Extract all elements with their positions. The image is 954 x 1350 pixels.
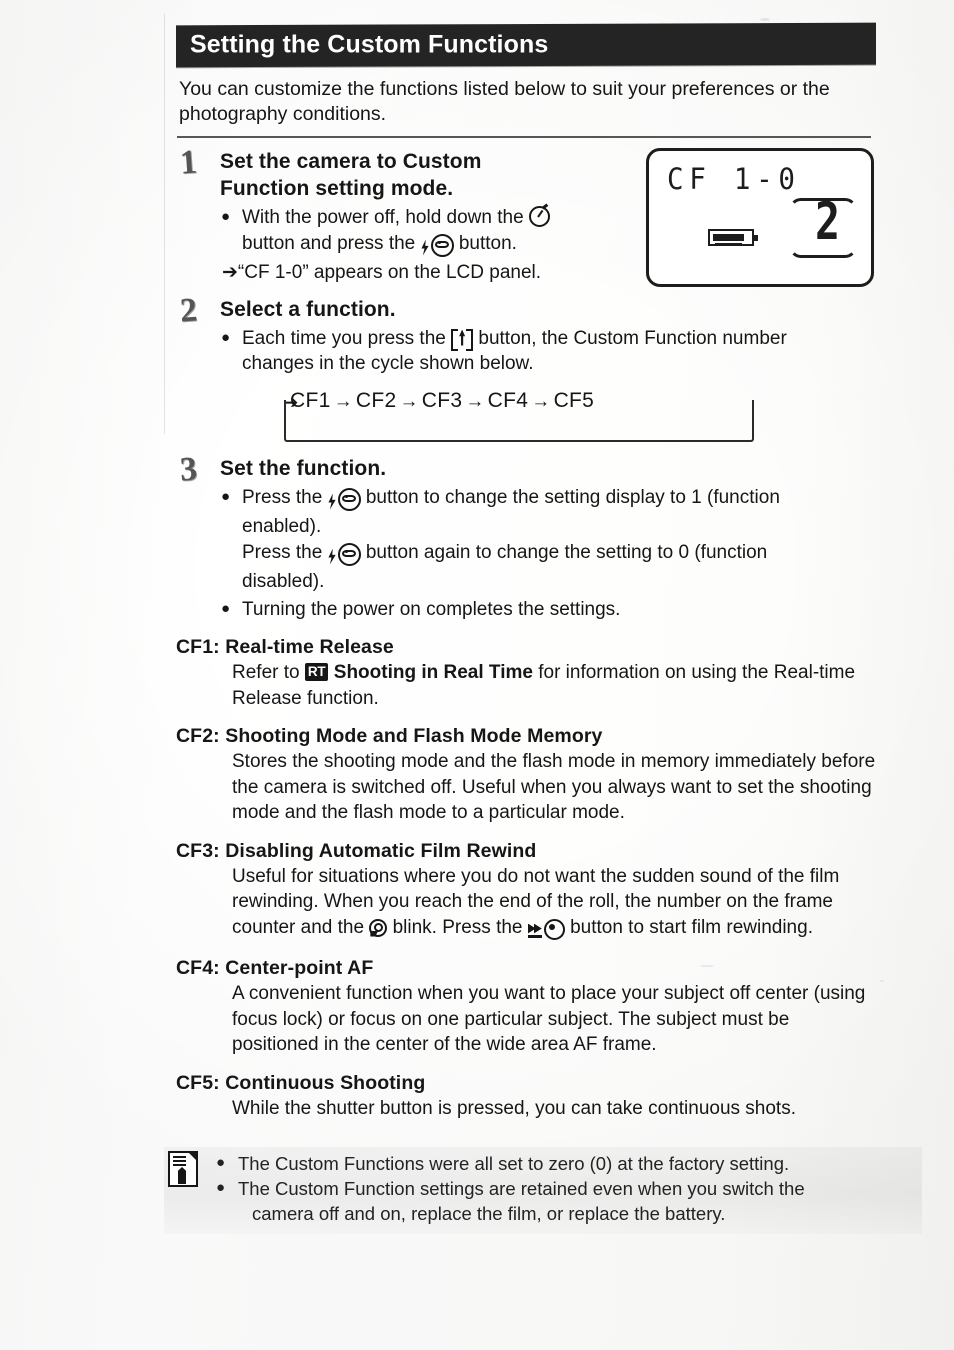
footer-note: The Custom Functions were all set to zer… (164, 1147, 922, 1234)
step-3-text-e: button again to change the setting to 0 … (365, 541, 768, 563)
realtime-badge-icon: RT (304, 663, 329, 681)
step-3-title: Set the function. (220, 456, 387, 480)
red-eye-icon (337, 487, 361, 511)
cf3-heading: CF3: Disabling Automatic Film Rewind (176, 839, 537, 862)
cf5-heading: CF5: Continuous Shooting (176, 1071, 426, 1094)
cf3-body: Useful for situations where you do not w… (232, 864, 878, 944)
step-1-result-line: ➔“CF 1-0” appears on the LCD panel. (220, 260, 637, 286)
page-content: Setting the Custom Functions You can cus… (164, 22, 922, 1234)
step-2-bullet-text-b: button, the Custom Function number (478, 327, 787, 349)
step-3-text-b: button to change the setting display to … (365, 486, 780, 508)
step-3-bullet-1: Press the button to change the setting d… (220, 484, 876, 595)
red-eye-icon (337, 542, 361, 566)
flash-bolt-icon (328, 548, 336, 565)
cf2-heading: CF2: Shooting Mode and Flash Mode Memory (176, 725, 603, 747)
step-1-bullet-text-b: button and press the (242, 232, 416, 254)
cf5-section: CF5: Continuous Shooting While the shutt… (176, 1071, 876, 1122)
note-line-2-cont: camera off and on, replace the film, or … (252, 1203, 726, 1224)
cf4-heading: CF4: Center-point AF (176, 957, 374, 979)
self-timer-icon (528, 206, 550, 227)
cf3-section: CF3: Disabling Automatic Film Rewind Use… (176, 839, 876, 944)
step-2-number: 2 (178, 290, 199, 330)
step-3-text-a: Press the (242, 486, 323, 508)
horizontal-rule (177, 136, 871, 138)
cf1-section: CF1: Real-time Release Refer to RT Shoot… (176, 635, 876, 711)
cf-cycle-diagram: ➔ CF1 → CF2 → CF3 → CF4 → CF5 (282, 387, 754, 445)
rewind-button-icon (527, 918, 565, 941)
step-1-result-text: “CF 1-0” appears on the LCD panel. (237, 262, 542, 283)
right-arrow-icon: ➔ (222, 262, 238, 283)
cf1-text-b: Shooting in Real Time (333, 662, 533, 683)
step-1-bullet-text-a: With the power off, hold down the (242, 207, 524, 228)
step-1-title-line1: Set the camera to Custom (220, 150, 482, 173)
step-3-text-d: Press the (242, 541, 323, 563)
step-2-title: Select a function. (220, 297, 396, 321)
cf1-text-a: Refer to (232, 662, 300, 683)
step-1-title-line2: Function setting mode. (220, 177, 454, 200)
cf5-body: While the shutter button is pressed, you… (232, 1097, 796, 1119)
scan-speck (760, 18, 770, 21)
step-3-number: 3 (178, 449, 199, 489)
red-eye-icon (430, 233, 454, 257)
cf4-section: CF4: Center-point AF A convenient functi… (176, 956, 876, 1058)
step-3-text-f: disabled). (242, 571, 325, 592)
step-1-bullet: With the power off, hold down the button… (220, 204, 657, 260)
step-3-bullet-2: Turning the power on completes the setti… (220, 596, 876, 623)
drive-mode-button-icon (451, 328, 474, 351)
page-gutter-line (164, 14, 165, 434)
cf3-text-c: button to start film rewinding. (570, 916, 813, 938)
step-1-number: 1 (178, 143, 199, 182)
step-3: 3 Set the function. Press the button to … (176, 450, 876, 623)
step-3-bullet-2-text: Turning the power on completes the setti… (242, 598, 621, 620)
flash-bolt-icon (328, 493, 336, 510)
scan-speck (880, 980, 884, 982)
flash-redeye-icon (421, 233, 454, 258)
cf1-body: Refer to RT Shooting in Real Time for in… (232, 660, 878, 711)
memo-note-icon (168, 1151, 198, 1187)
cycle-loopback-line (284, 399, 754, 442)
step-3-text-c: enabled). (242, 516, 322, 537)
cf4-body: A convenient function when you want to p… (232, 981, 878, 1058)
step-1-bullet-text-c: button. (458, 232, 517, 254)
step-2-bullet: Each time you press the button, the Cust… (220, 325, 876, 377)
step-2: 2 Select a function. Each time you press… (176, 291, 876, 445)
fast-forward-icon (527, 924, 544, 938)
circle-dot-icon (543, 918, 565, 940)
step-1: 1 Set the camera to Custom Function sett… (176, 143, 876, 286)
cf1-heading: CF1: Real-time Release (176, 636, 394, 658)
note-line-2: The Custom Function settings are retaine… (216, 1175, 922, 1201)
step-2-bullet-text-c: changes in the cycle shown below. (242, 353, 534, 374)
cf2-section: CF2: Shooting Mode and Flash Mode Memory… (176, 724, 876, 826)
flash-redeye-icon (328, 542, 361, 567)
page-title: Setting the Custom Functions (176, 22, 876, 68)
film-cartridge-icon (369, 918, 388, 937)
note-line-1: The Custom Functions were all set to zer… (216, 1150, 922, 1176)
intro-paragraph: You can customize the functions listed b… (179, 78, 830, 125)
cf2-body: Stores the shooting mode and the flash m… (232, 751, 876, 823)
flash-bolt-icon (421, 239, 429, 256)
cf3-text-b: blink. Press the (392, 916, 523, 938)
page-title-text: Setting the Custom Functions (190, 30, 549, 59)
step-2-bullet-text-a: Each time you press the (242, 327, 446, 349)
flash-redeye-icon (328, 487, 361, 512)
